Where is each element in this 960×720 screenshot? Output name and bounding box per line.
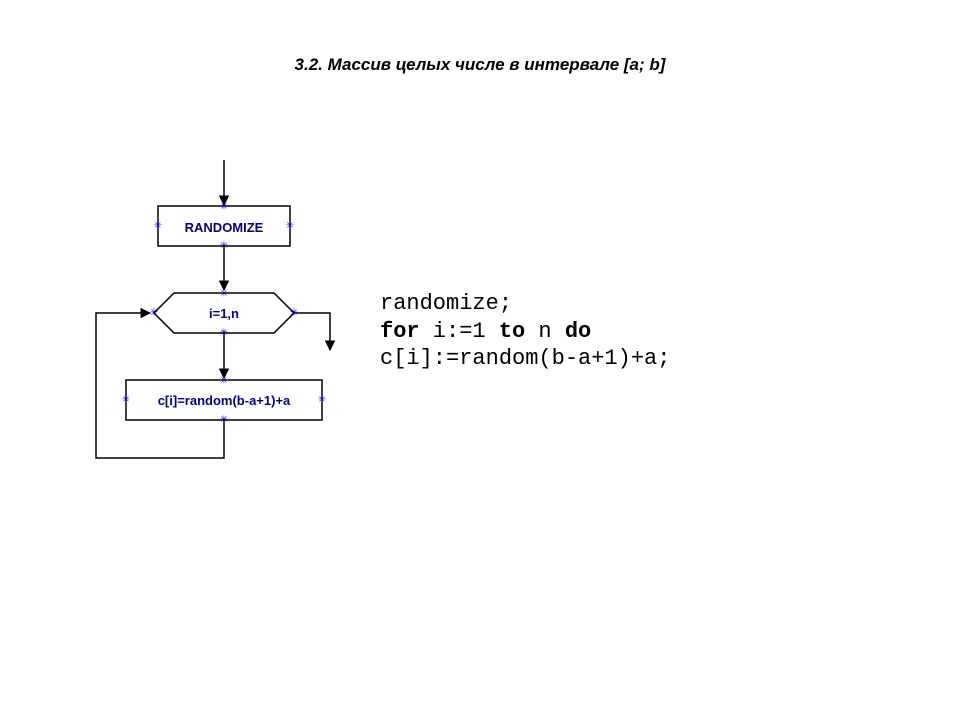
flow-node-randomize-label: RANDOMIZE (185, 220, 264, 235)
svg-text:✳: ✳ (318, 395, 326, 406)
code-line-1: randomize; (380, 291, 512, 316)
svg-text:✳: ✳ (286, 221, 294, 232)
svg-text:✳: ✳ (154, 221, 162, 232)
svg-text:✳: ✳ (220, 376, 228, 387)
code-line-3: c[i]:=random(b-a+1)+a; (380, 346, 670, 371)
code-mid1: i:=1 (420, 319, 499, 344)
code-kw-to: to (499, 319, 525, 344)
flow-node-randomize: RANDOMIZE ✳ ✳ ✳ ✳ (154, 202, 294, 252)
flow-node-assign: c[i]=random(b-a+1)+a ✳ ✳ ✳ ✳ (122, 376, 326, 426)
flow-node-loop-label: i=1,n (209, 306, 239, 321)
code-mid2: n (525, 319, 565, 344)
flow-arrow-exit (294, 313, 330, 350)
svg-text:✳: ✳ (122, 395, 130, 406)
code-listing: randomize; for i:=1 to n do c[i]:=random… (380, 290, 670, 373)
code-kw-do: do (565, 319, 591, 344)
flow-node-assign-label: c[i]=random(b-a+1)+a (158, 393, 291, 408)
svg-text:✳: ✳ (150, 308, 158, 319)
svg-text:✳: ✳ (220, 289, 228, 300)
code-kw-for: for (380, 319, 420, 344)
svg-text:✳: ✳ (220, 202, 228, 213)
flow-node-loop: i=1,n ✳ ✳ ✳ ✳ (150, 289, 298, 339)
